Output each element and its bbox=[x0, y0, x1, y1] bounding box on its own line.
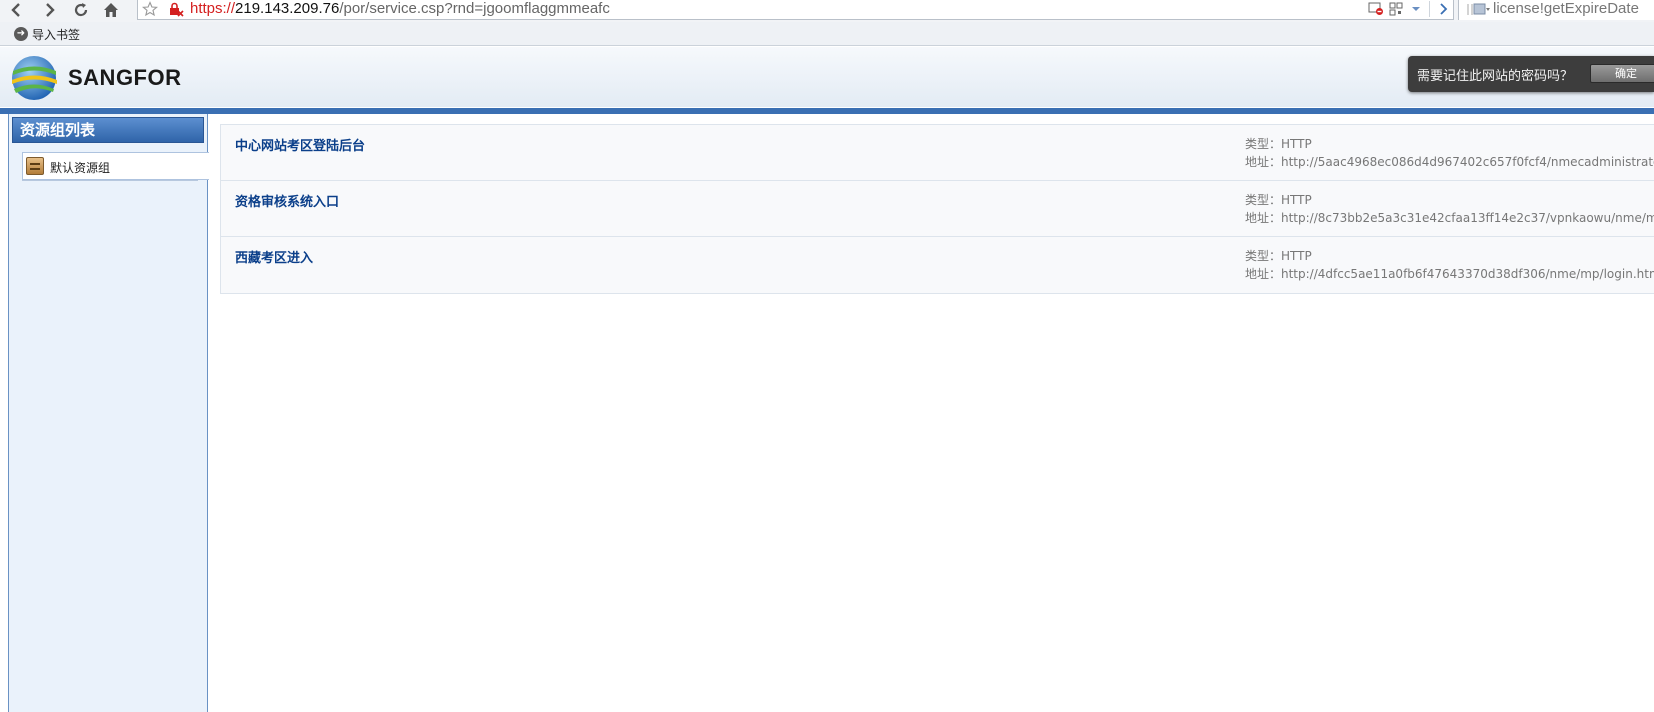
resource-list: 中心网站考区登陆后台 类型：HTTP 地址：http://5aac4968ec0… bbox=[220, 124, 1654, 294]
url-path: /por/service.csp?rnd=jgoomflaggmmeafc bbox=[339, 0, 610, 17]
search-box[interactable]: license!getExpireDate bbox=[1458, 0, 1654, 20]
address-bar[interactable]: https://219.143.209.76/por/service.csp?r… bbox=[137, 0, 1454, 20]
arrow-left-icon bbox=[11, 3, 20, 17]
save-password-text: 需要记住此网站的密码吗？ bbox=[1417, 69, 1574, 84]
import-bookmarks-label: 导入书签 bbox=[32, 27, 81, 42]
forward-button[interactable] bbox=[36, 0, 62, 20]
resource-meta: 类型：HTTP 地址：http://5aac4968ec086d4d967402… bbox=[1245, 135, 1654, 171]
resource-address: 地址：http://8c73bb2e5a3c31e42cfaa13ff14e2c… bbox=[1245, 211, 1654, 225]
bookmark-star-icon[interactable] bbox=[142, 1, 158, 17]
sidebar-item-label: 默认资源组 bbox=[50, 161, 111, 175]
resource-row: 西藏考区进入 类型：HTTP 地址：http://4dfcc5ae11a0fb6… bbox=[221, 237, 1654, 293]
resource-address: 地址：http://5aac4968ec086d4d967402c657f0fc… bbox=[1245, 155, 1654, 169]
resource-link[interactable]: 资格审核系统入口 bbox=[235, 191, 339, 210]
resource-group-icon bbox=[26, 157, 44, 175]
url-protocol: https:// bbox=[190, 0, 236, 17]
blocked-popup-icon[interactable] bbox=[1366, 0, 1386, 18]
resource-row: 资格审核系统入口 类型：HTTP 地址：http://8c73bb2e5a3c3… bbox=[221, 181, 1654, 237]
dropdown-icon[interactable] bbox=[1406, 0, 1426, 18]
search-text: license!getExpireDate bbox=[1493, 0, 1639, 17]
home-button[interactable] bbox=[98, 0, 124, 20]
reload-icon bbox=[74, 3, 88, 17]
save-password-prompt: 需要记住此网站的密码吗？ 确定 bbox=[1408, 56, 1654, 92]
address-bar-icons bbox=[1366, 0, 1453, 18]
resource-link[interactable]: 西藏考区进入 bbox=[235, 247, 313, 266]
insecure-lock-icon[interactable] bbox=[168, 2, 184, 17]
resource-address: 地址：http://4dfcc5ae11a0fb6f47643370d38df3… bbox=[1245, 267, 1654, 281]
brand-name: SANGFOR bbox=[68, 65, 182, 90]
resource-type: 类型：HTTP bbox=[1245, 137, 1312, 151]
resource-meta: 类型：HTTP 地址：http://4dfcc5ae11a0fb6f476433… bbox=[1245, 247, 1654, 283]
home-icon bbox=[104, 3, 118, 17]
separator bbox=[1429, 1, 1430, 17]
sidebar-title: 资源组列表 bbox=[12, 117, 204, 143]
confirm-button[interactable]: 确定 bbox=[1590, 64, 1654, 83]
arrow-right-icon bbox=[46, 3, 55, 17]
sidebar-item-default-group[interactable]: 默认资源组 bbox=[22, 152, 209, 180]
url-text[interactable]: https://219.143.209.76/por/service.csp?r… bbox=[190, 0, 610, 18]
resource-meta: 类型：HTTP 地址：http://8c73bb2e5a3c31e42cfaa1… bbox=[1245, 191, 1654, 227]
sangfor-logo-icon bbox=[12, 56, 57, 100]
browser-toolbar: https://219.143.209.76/por/service.csp?r… bbox=[0, 0, 1654, 22]
arrow-right-circle-icon: ➜ bbox=[14, 27, 28, 41]
bookmarks-bar: ➜ 导入书签 bbox=[0, 22, 1654, 46]
main-content: 中心网站考区登陆后台 类型：HTTP 地址：http://5aac4968ec0… bbox=[209, 114, 1654, 712]
resource-type: 类型：HTTP bbox=[1245, 193, 1312, 207]
divider bbox=[22, 180, 198, 181]
resource-link[interactable]: 中心网站考区登陆后台 bbox=[235, 135, 365, 154]
reload-button[interactable] bbox=[68, 0, 94, 20]
resource-row: 中心网站考区登陆后台 类型：HTTP 地址：http://5aac4968ec0… bbox=[221, 125, 1654, 181]
go-arrow-icon[interactable] bbox=[1433, 0, 1453, 18]
qr-code-icon[interactable] bbox=[1386, 0, 1406, 18]
import-bookmarks-button[interactable]: ➜ 导入书签 bbox=[14, 26, 80, 42]
search-engine-icon[interactable] bbox=[1473, 2, 1491, 17]
page-header: SANGFOR bbox=[0, 47, 1654, 107]
sidebar: 资源组列表 默认资源组 bbox=[8, 114, 209, 712]
url-host: 219.143.209.76 bbox=[235, 0, 340, 17]
resource-type: 类型：HTTP bbox=[1245, 249, 1312, 263]
back-button[interactable] bbox=[4, 0, 30, 20]
